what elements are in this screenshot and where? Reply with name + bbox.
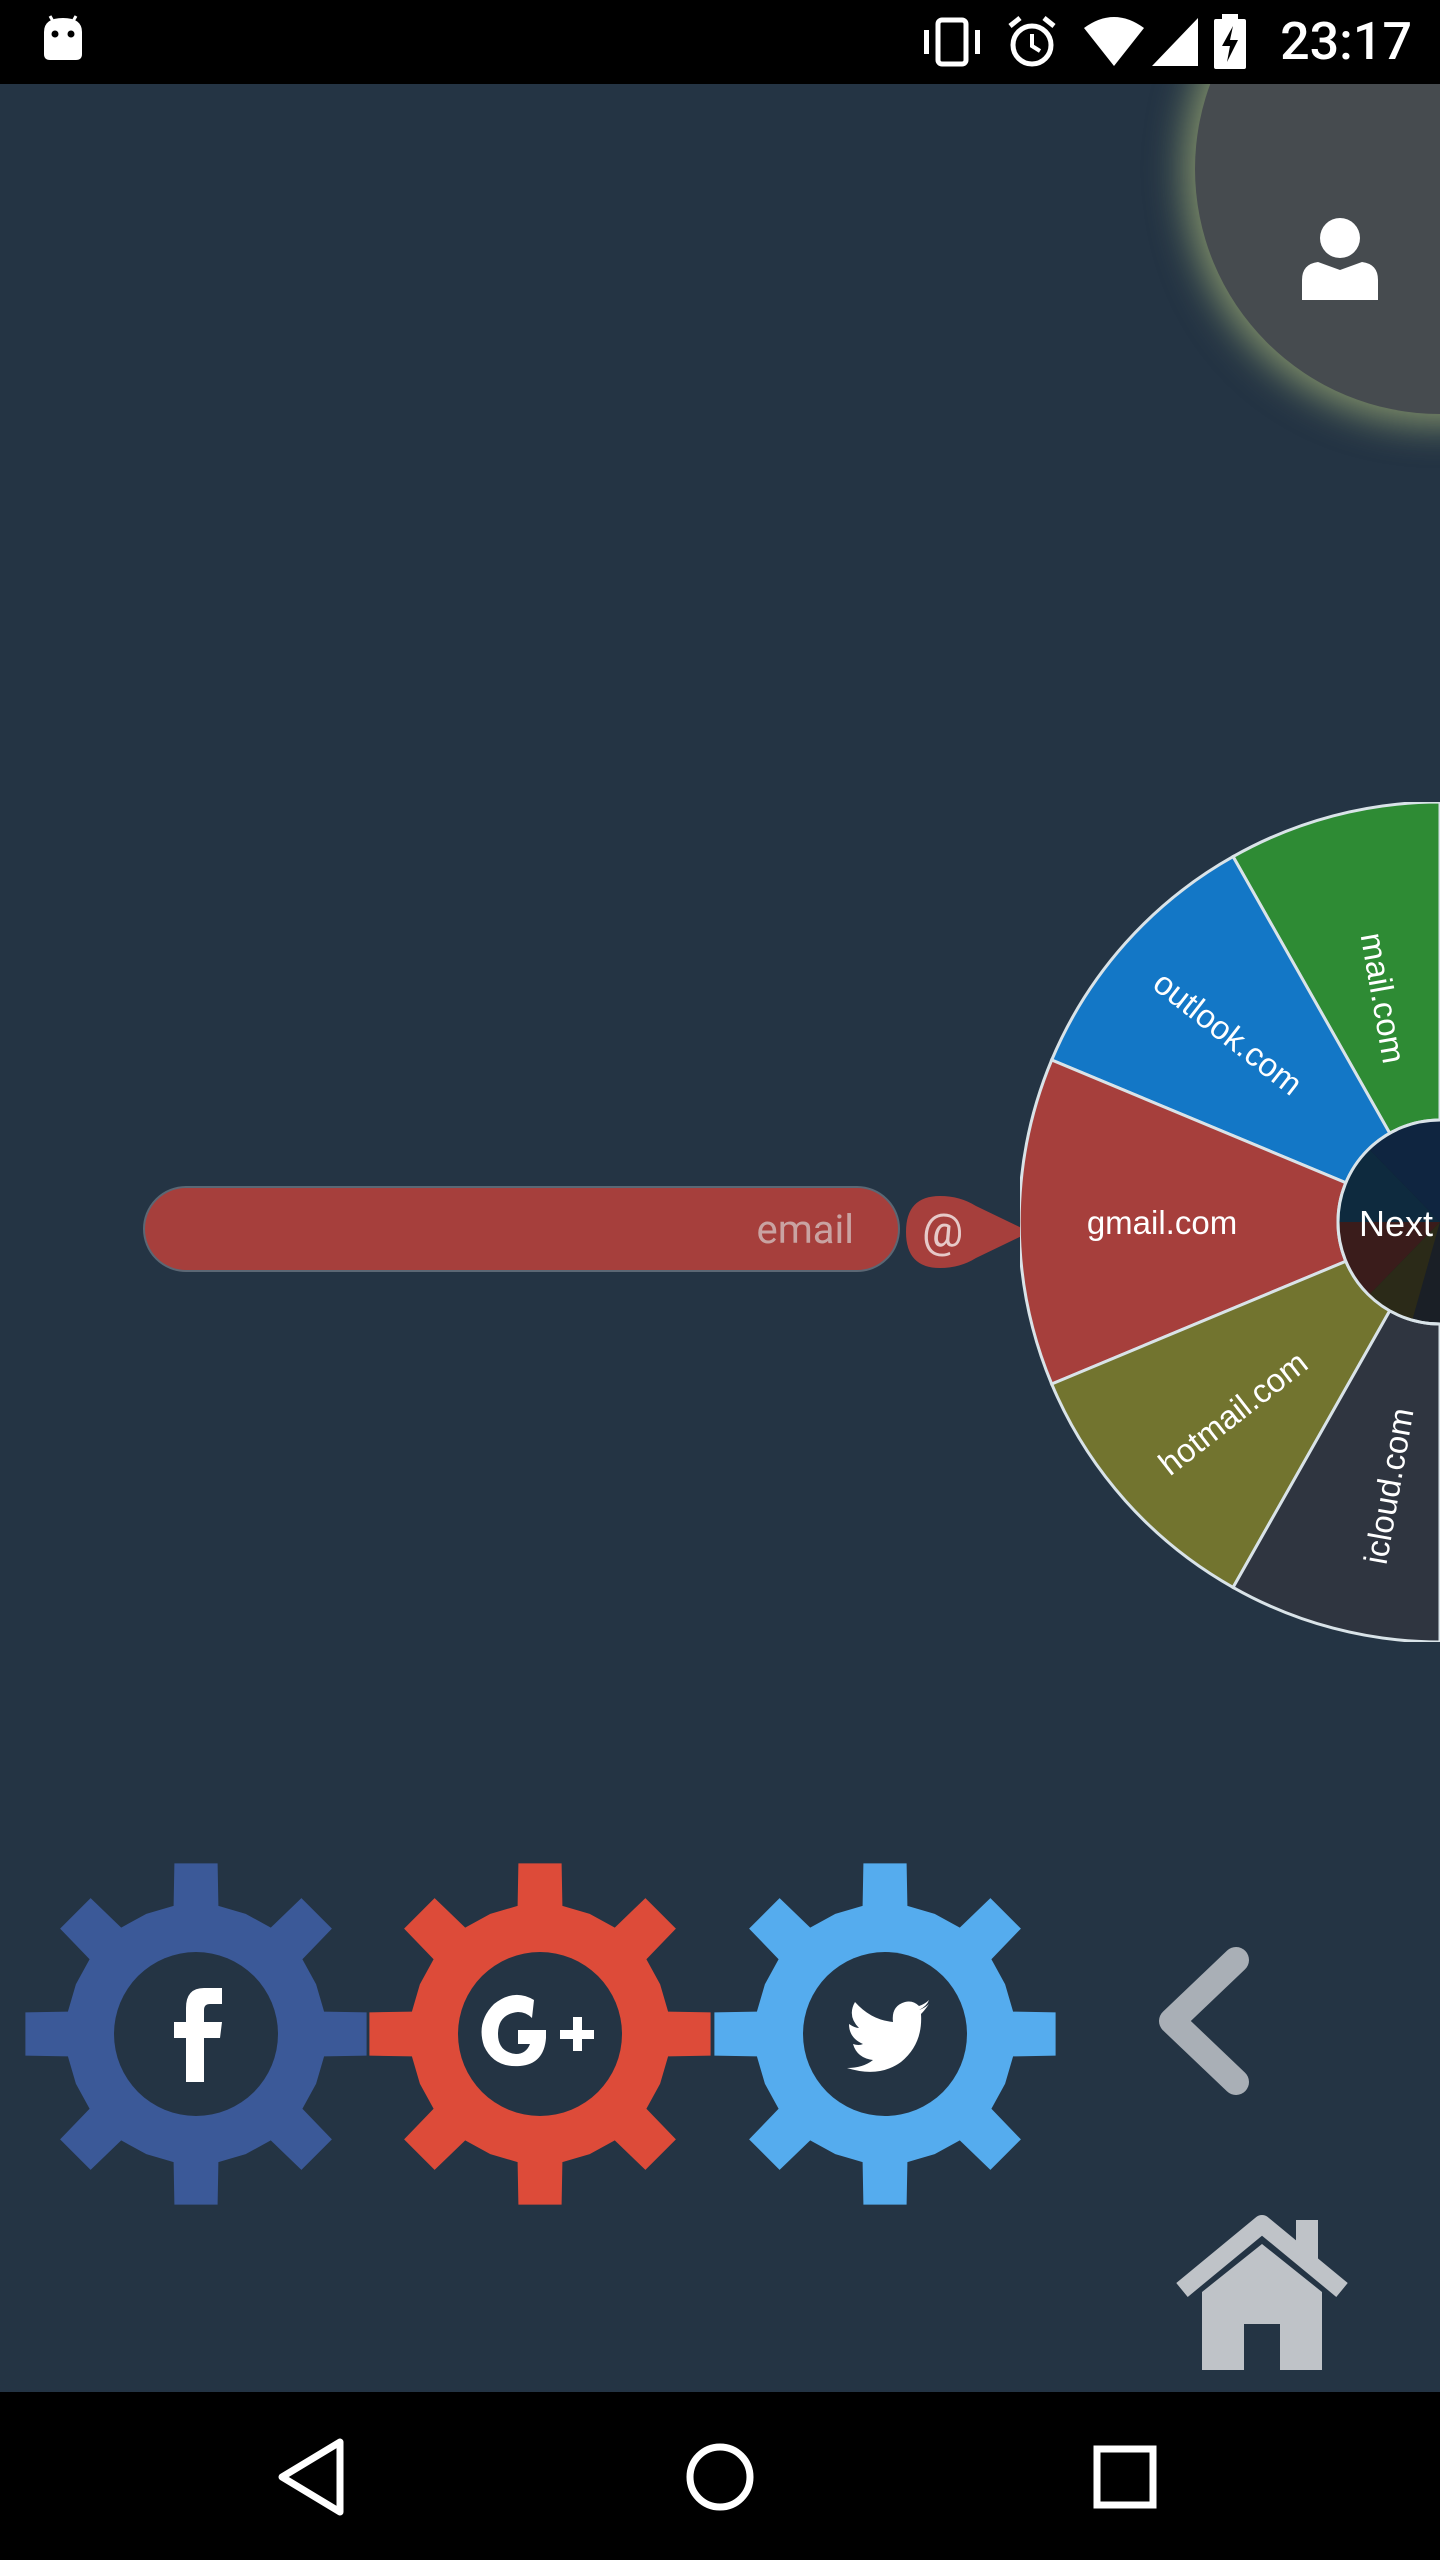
system-recents-button[interactable] xyxy=(1070,2422,1180,2532)
chevron-left-icon xyxy=(1159,1947,1249,2095)
status-bar: 23:17 xyxy=(0,0,1440,84)
person-icon xyxy=(1302,218,1378,300)
next-button[interactable]: Next xyxy=(1359,1203,1433,1244)
facebook-login-button[interactable] xyxy=(16,1854,376,2214)
android-debug-icon xyxy=(44,15,82,60)
recents-square-icon xyxy=(1093,2445,1157,2509)
home-icon xyxy=(1176,2215,1348,2370)
at-symbol: @ xyxy=(922,1204,964,1258)
twitter-gear xyxy=(714,1863,1056,2205)
system-home-button[interactable] xyxy=(665,2422,775,2532)
battery-charging-icon xyxy=(1214,14,1246,69)
at-badge: @ xyxy=(902,1190,1032,1274)
twitter-login-button[interactable] xyxy=(705,1854,1065,2214)
system-back-button[interactable] xyxy=(260,2422,370,2532)
google-plus-gear xyxy=(369,1863,711,2205)
vibrate-icon xyxy=(924,17,980,67)
domain-label-gmail: gmail.com xyxy=(1087,1204,1237,1241)
email-input[interactable] xyxy=(145,1188,898,1270)
facebook-gear xyxy=(25,1863,367,2205)
home-button[interactable] xyxy=(1172,2214,1352,2372)
clock: 23:17 xyxy=(1280,11,1412,72)
email-field[interactable] xyxy=(143,1186,900,1272)
alarm-icon xyxy=(1008,16,1056,67)
system-nav-bar xyxy=(0,2392,1440,2560)
wifi-icon xyxy=(1084,17,1144,66)
home-circle-icon xyxy=(686,2443,754,2511)
google-plus-login-button[interactable] xyxy=(360,1854,720,2214)
domain-wheel[interactable]: mail.com outlook.com gmail.com hotmail.c… xyxy=(1020,802,1440,1642)
cell-signal-icon xyxy=(1152,18,1198,66)
app-area: @ mail.com outlook.com gmail.com hotmail… xyxy=(0,84,1440,2392)
back-button[interactable] xyxy=(1148,1946,1258,2096)
back-triangle-icon xyxy=(278,2438,344,2516)
profile-button[interactable] xyxy=(1195,84,1440,414)
